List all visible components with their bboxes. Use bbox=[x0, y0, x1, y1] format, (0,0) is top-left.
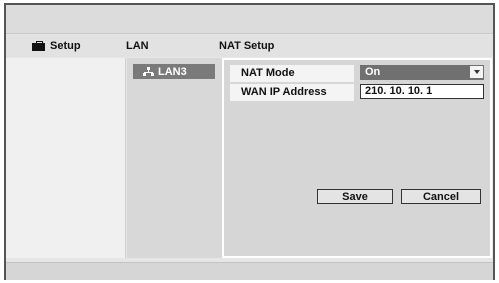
lan-label: LAN bbox=[126, 40, 149, 52]
setup-label: Setup bbox=[50, 40, 81, 52]
header-bar: Setup LAN NAT Setup bbox=[6, 35, 493, 57]
top-band bbox=[6, 5, 493, 34]
wan-ip-label: WAN IP Address bbox=[230, 84, 354, 101]
lan-item-lan3[interactable]: LAN3 bbox=[133, 64, 215, 79]
nat-mode-label: NAT Mode bbox=[230, 65, 354, 82]
setup-screen: Setup LAN NAT Setup LAN3 NAT Mode On WAN… bbox=[4, 3, 495, 280]
lan-item-label: LAN3 bbox=[158, 65, 187, 78]
nat-mode-select[interactable]: On bbox=[360, 65, 484, 80]
network-icon bbox=[143, 67, 154, 76]
footer-bar bbox=[6, 262, 493, 280]
nat-settings-panel: NAT Mode On WAN IP Address 210. 10. 10. … bbox=[222, 58, 492, 258]
wan-ip-field[interactable]: 210. 10. 10. 1 bbox=[360, 84, 484, 99]
nat-setup-label: NAT Setup bbox=[219, 40, 275, 52]
wan-ip-row: WAN IP Address 210. 10. 10. 1 bbox=[230, 84, 484, 101]
save-button[interactable]: Save bbox=[317, 189, 393, 204]
nat-mode-row: NAT Mode On bbox=[230, 65, 484, 82]
cancel-button[interactable]: Cancel bbox=[401, 189, 481, 204]
left-column bbox=[6, 58, 126, 258]
toolbox-icon bbox=[32, 41, 45, 51]
nat-mode-value: On bbox=[365, 66, 381, 78]
nat-setup-title: NAT Setup bbox=[219, 40, 274, 52]
lan-list bbox=[127, 58, 222, 258]
lan-menu[interactable]: LAN bbox=[126, 40, 149, 52]
setup-menu[interactable]: Setup bbox=[32, 40, 81, 52]
chevron-down-icon[interactable] bbox=[470, 66, 483, 78]
